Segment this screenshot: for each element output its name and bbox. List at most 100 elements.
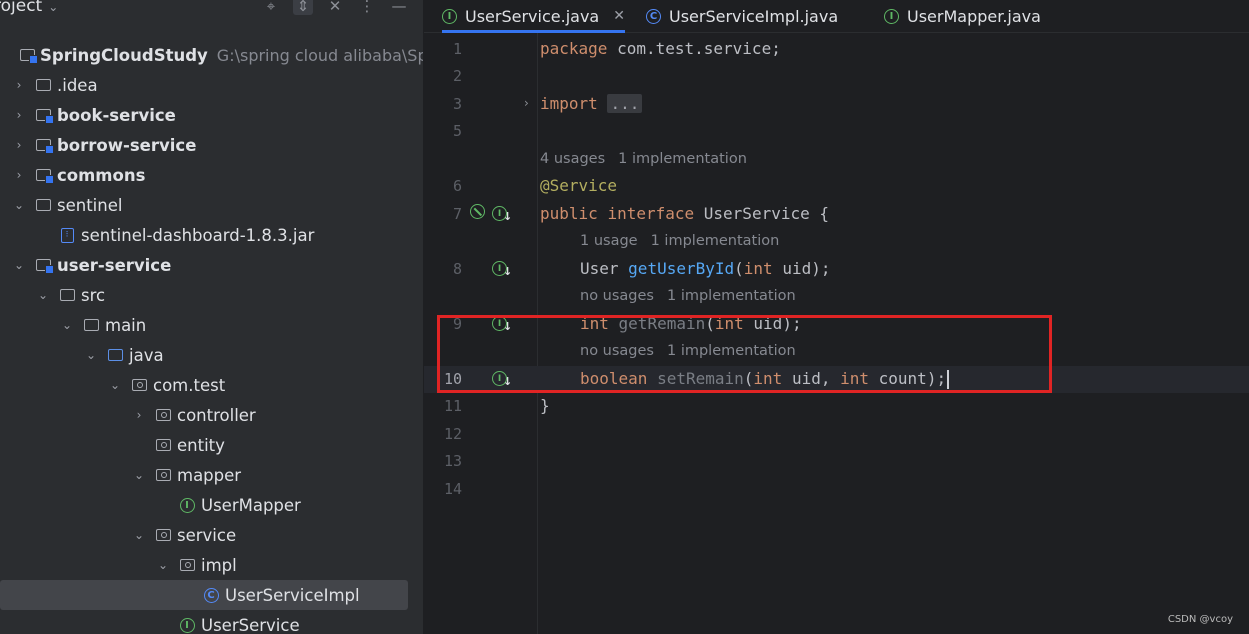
tree-item[interactable]: ⌄ src — [0, 280, 423, 310]
tab-userservice-java[interactable]: I UserService.java ✕ — [442, 0, 625, 33]
more-options-icon[interactable]: ⋮ — [357, 0, 377, 15]
line-number: 10 — [443, 370, 462, 388]
method-name: setRemain — [647, 369, 744, 388]
chevron-right-icon[interactable]: › — [12, 78, 26, 92]
chevron-right-icon[interactable]: › — [12, 138, 26, 152]
tree-item[interactable]: entity — [0, 430, 423, 460]
chevron-down-icon[interactable]: ⌄ — [12, 198, 26, 212]
expand-collapse-icon[interactable]: ⇕ — [293, 0, 313, 15]
chevron-down-icon[interactable]: ⌄ — [132, 468, 146, 482]
tab-usermapper-java[interactable]: I UserMapper.java — [884, 0, 1041, 32]
tree-item[interactable]: ⌄ mapper — [0, 460, 423, 490]
code-token: ( — [734, 259, 744, 278]
fold-chevron-icon[interactable]: › — [524, 96, 529, 110]
usage-hint[interactable]: 4 usages 1 implementation — [540, 151, 760, 167]
code-line[interactable]: 1 package com.test.service; — [424, 36, 1249, 63]
code-token: com.test.service; — [607, 39, 781, 58]
code-line[interactable]: 5 — [424, 118, 1249, 145]
tree-item-label: UserService — [201, 615, 300, 634]
jar-icon: ⁝ — [58, 227, 76, 243]
line-number: 9 — [452, 315, 462, 333]
implementations-hint[interactable]: 1 implementation — [618, 151, 747, 167]
tree-item[interactable]: ⌄ main — [0, 310, 423, 340]
code-line[interactable]: 2 — [424, 63, 1249, 90]
project-view-selector[interactable]: roject ⌄ — [0, 0, 58, 16]
code-line[interactable]: 11 } — [424, 393, 1249, 420]
tree-item[interactable]: › .idea — [0, 70, 423, 100]
tree-item[interactable]: › borrow-service — [0, 130, 423, 160]
code-line[interactable]: 7 I ↓ public interface UserService { — [424, 201, 1249, 228]
hide-panel-icon[interactable]: — — [389, 0, 409, 15]
module-folder-icon — [34, 107, 54, 124]
tree-item[interactable]: ⌄ java — [0, 340, 423, 370]
folded-imports[interactable]: ... — [607, 94, 643, 113]
chevron-down-icon[interactable]: ⌄ — [108, 378, 122, 392]
tree-item[interactable]: ⁝ sentinel-dashboard-1.8.3.jar — [0, 220, 423, 250]
tree-item[interactable]: ⌄ com.test — [0, 370, 423, 400]
usage-hint[interactable]: no usages 1 implementation — [580, 288, 809, 304]
code-line[interactable]: 14 — [424, 476, 1249, 503]
code-token: ( — [743, 369, 754, 388]
tree-item[interactable]: ⌄ impl — [0, 550, 423, 580]
tree-item-label: sentinel-dashboard-1.8.3.jar — [81, 225, 315, 245]
implementations-hint[interactable]: 1 implementation — [667, 343, 796, 359]
tab-userserviceimpl-java[interactable]: C UserServiceImpl.java — [646, 0, 838, 32]
tab-label: UserService.java — [465, 6, 600, 26]
tree-item[interactable]: SpringCloudStudy G:\spring cloud alibaba\… — [0, 40, 423, 70]
tree-item[interactable]: › book-service — [0, 100, 423, 130]
keyword: public — [540, 204, 598, 223]
tree-item[interactable]: C UserServiceImpl — [0, 580, 408, 610]
code-line[interactable]: 6 @Service — [424, 173, 1249, 200]
usages-hint[interactable]: no usages — [580, 343, 654, 359]
code-line-current[interactable]: 10 I ↓ boolean setRemain(int uid, int cou… — [424, 366, 1249, 393]
tree-item-label: src — [81, 285, 106, 305]
chevron-right-icon[interactable]: › — [132, 408, 146, 422]
usages-hint[interactable]: no usages — [580, 288, 654, 304]
chevron-down-icon[interactable]: ⌄ — [12, 258, 26, 272]
code-text: import ... — [540, 94, 643, 113]
collapse-all-icon[interactable]: ✕ — [325, 0, 345, 15]
tree-item-label: controller — [177, 405, 256, 425]
implementations-hint[interactable]: 1 implementation — [667, 288, 796, 304]
code-line[interactable]: 8 I ↓ User getUserById(int uid); — [424, 256, 1249, 283]
source-folder-icon — [106, 347, 124, 363]
project-header-toolbar: ⌖ ⇕ ✕ ⋮ — — [261, 0, 409, 15]
locate-icon[interactable]: ⌖ — [261, 0, 281, 15]
keyword: int — [714, 314, 744, 333]
usages-hint[interactable]: 4 usages — [540, 151, 605, 167]
code-line[interactable]: 3 › import ... — [424, 91, 1249, 118]
code-text: public interface UserService { — [540, 204, 829, 223]
tree-item[interactable]: ⌄ service — [0, 520, 423, 550]
tree-item[interactable]: ⌄ sentinel — [0, 190, 423, 220]
code-line[interactable]: 9 I ↓ int getRemain(int uid); — [424, 311, 1249, 338]
chevron-down-icon[interactable]: ⌄ — [36, 288, 50, 302]
code-token: UserService { — [694, 204, 829, 223]
method-name: getRemain — [608, 314, 706, 333]
spring-bean-icon[interactable] — [470, 204, 485, 219]
tree-item[interactable]: › commons — [0, 160, 423, 190]
tree-item[interactable]: › controller — [0, 400, 423, 430]
watermark: CSDN @vcoy — [1167, 614, 1233, 625]
code-line[interactable]: 13 — [424, 448, 1249, 475]
chevron-down-icon[interactable]: ⌄ — [132, 528, 146, 542]
code-token: uid); — [743, 314, 802, 333]
code-text: boolean setRemain(int uid, int count); — [580, 369, 950, 389]
code-line[interactable]: 12 — [424, 421, 1249, 448]
interface-icon: I — [178, 497, 196, 513]
chevron-down-icon[interactable]: ⌄ — [84, 348, 98, 362]
chevron-down-icon[interactable]: ⌄ — [60, 318, 74, 332]
implementations-hint[interactable]: 1 implementation — [651, 233, 780, 249]
close-icon[interactable]: ✕ — [613, 8, 625, 24]
inlay-hint-line: 1 usage 1 implementation — [424, 228, 1249, 255]
code-token: User — [580, 259, 629, 278]
tree-item[interactable]: I UserMapper — [0, 490, 423, 520]
usages-hint[interactable]: 1 usage — [580, 233, 638, 249]
chevron-down-icon[interactable]: ⌄ — [156, 558, 170, 572]
chevron-right-icon[interactable]: › — [12, 168, 26, 182]
inlay-hint-line: no usages 1 implementation — [424, 338, 1249, 365]
usage-hint[interactable]: no usages 1 implementation — [580, 343, 809, 359]
tree-item[interactable]: I UserService — [0, 610, 423, 634]
tree-item[interactable]: ⌄ user-service — [0, 250, 423, 280]
chevron-right-icon[interactable]: › — [12, 108, 26, 122]
usage-hint[interactable]: 1 usage 1 implementation — [580, 233, 792, 249]
